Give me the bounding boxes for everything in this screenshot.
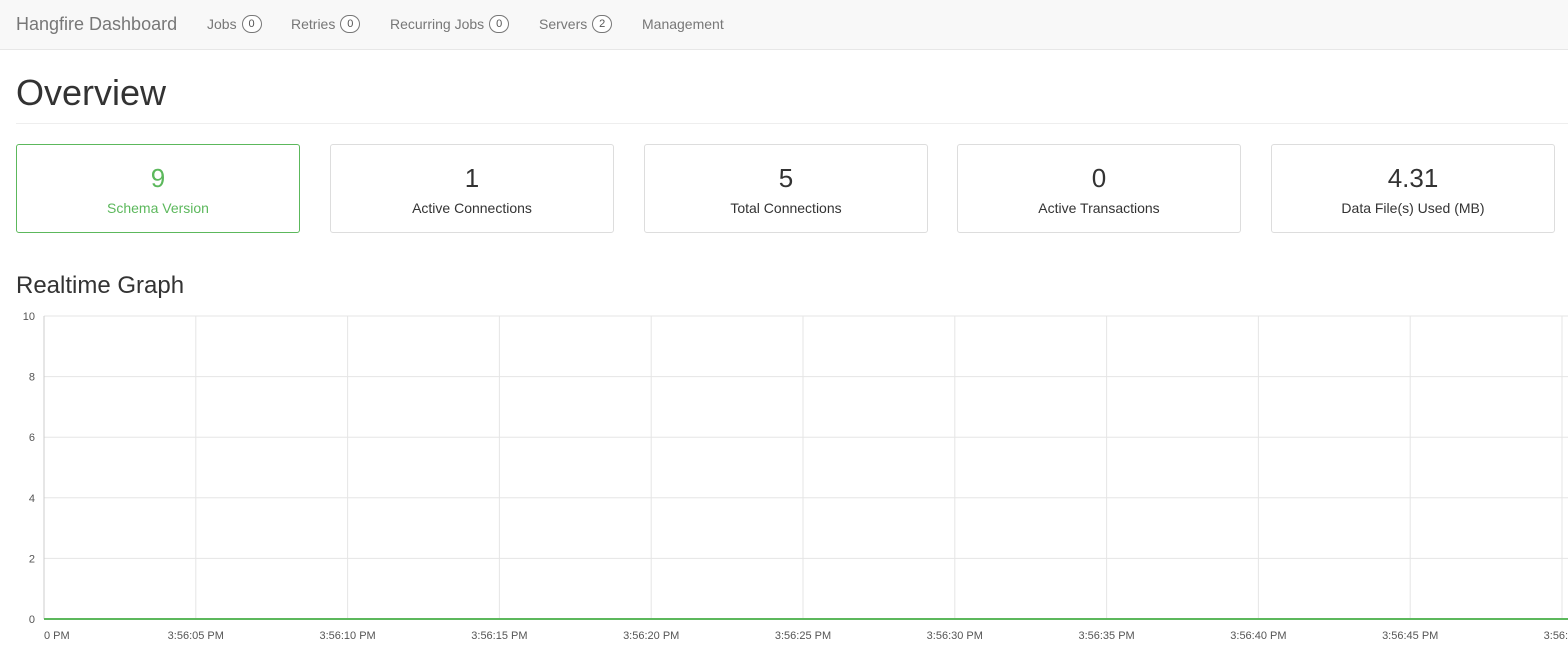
realtime-graph: 0 2 4 6 8 10 0 PM 3:56:05 PM 3:56:10 PM 3:56:15 P… xyxy=(23,311,1568,642)
metric-value: 1 xyxy=(464,163,480,193)
metric-label: Data File(s) Used (MB) xyxy=(1341,200,1485,216)
metric-value: 0 xyxy=(1091,163,1107,193)
nav-recurring-jobs-label: Recurring Jobs xyxy=(390,16,485,32)
metric-value: 4.31 xyxy=(1387,163,1439,193)
y-tick-label: 10 xyxy=(23,311,35,323)
jobs-count-badge: 0 xyxy=(241,15,262,33)
metric-schema-version: 9 Schema Version xyxy=(16,144,300,233)
realtime-graph-title: Realtime Graph xyxy=(16,272,185,299)
nav-servers[interactable]: Servers 2 xyxy=(539,15,613,33)
metric-label: Active Connections xyxy=(412,200,532,216)
x-tick-label: 0 PM xyxy=(44,630,70,642)
x-tick-label: 3:56:10 PM xyxy=(319,630,375,642)
metric-active-connections: 1 Active Connections xyxy=(330,144,614,233)
metric-label: Schema Version xyxy=(107,200,209,216)
x-tick-label: 3:56:05 PM xyxy=(168,630,224,642)
nav-retries[interactable]: Retries 0 xyxy=(291,15,361,33)
x-tick-label: 3:56:25 PM xyxy=(775,630,831,642)
page-title: Overview xyxy=(16,72,167,113)
title-divider xyxy=(16,123,1568,124)
nav-management[interactable]: Management xyxy=(642,15,724,33)
nav-servers-label: Servers xyxy=(539,16,588,32)
metric-label: Active Transactions xyxy=(1038,200,1160,216)
nav-jobs[interactable]: Jobs 0 xyxy=(207,15,262,33)
y-tick-label: 4 xyxy=(29,493,35,505)
navbar: Hangfire Dashboard Jobs 0 Retries 0 Recu… xyxy=(0,0,1568,50)
y-tick-label: 6 xyxy=(29,432,35,444)
y-tick-label: 2 xyxy=(29,553,35,565)
x-tick-label: 3:56:35 PM xyxy=(1078,630,1134,642)
x-tick-label: 3:56:50 xyxy=(1544,630,1568,642)
y-tick-label: 8 xyxy=(29,372,35,384)
x-tick-label: 3:56:40 PM xyxy=(1230,630,1286,642)
nav-jobs-label: Jobs xyxy=(207,16,237,32)
retries-count-badge: 0 xyxy=(340,15,361,33)
metric-label: Total Connections xyxy=(730,200,842,216)
y-tick-label: 0 xyxy=(29,614,35,626)
x-tick-label: 3:56:15 PM xyxy=(471,630,527,642)
x-tick-label: 3:56:30 PM xyxy=(927,630,983,642)
nav-recurring-jobs[interactable]: Recurring Jobs 0 xyxy=(390,15,510,33)
servers-count-badge: 2 xyxy=(592,15,613,33)
nav-retries-label: Retries xyxy=(291,16,336,32)
metric-active-transactions: 0 Active Transactions xyxy=(957,144,1241,233)
x-tick-label: 3:56:20 PM xyxy=(623,630,679,642)
recurring-jobs-count-badge: 0 xyxy=(489,15,510,33)
metric-total-connections: 5 Total Connections xyxy=(644,144,928,233)
x-tick-label: 3:56:45 PM xyxy=(1382,630,1438,642)
brand-link[interactable]: Hangfire Dashboard xyxy=(16,13,177,35)
metric-value: 5 xyxy=(778,163,794,193)
nav-management-label: Management xyxy=(642,16,724,32)
metric-data-files-used: 4.31 Data File(s) Used (MB) xyxy=(1271,144,1555,233)
metric-value: 9 xyxy=(150,163,166,193)
